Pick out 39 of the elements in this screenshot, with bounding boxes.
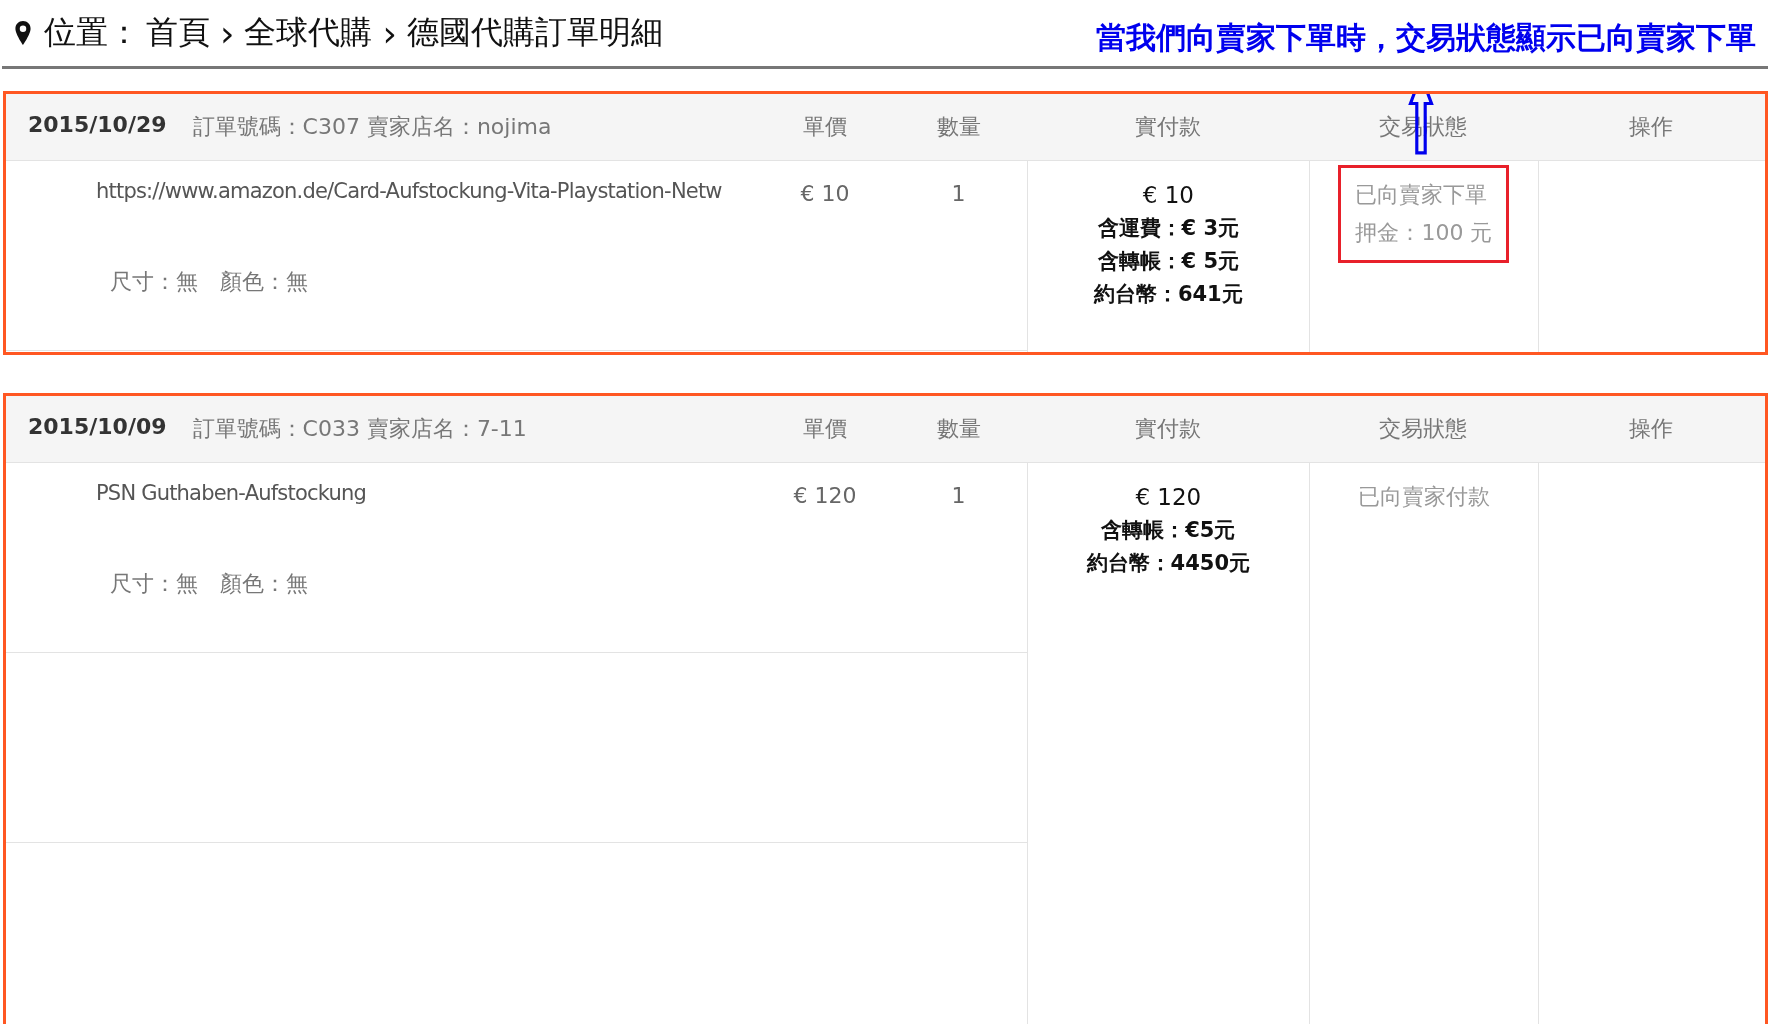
chevron-icon: ›: [378, 12, 401, 54]
paid-detail: 約台幣：641元: [1092, 281, 1244, 308]
paid-total: € 10: [1141, 181, 1195, 210]
column-header: 交易狀態: [1377, 415, 1468, 443]
column-header: 操作: [1627, 415, 1674, 443]
order-info: 訂單號碼：C033 賣家店名：7-11: [192, 415, 527, 443]
paid-detail: 含運費：€ 3元: [1096, 215, 1241, 242]
order-date: 2015/10/09: [28, 414, 167, 441]
column-header: 數量: [935, 113, 982, 141]
order-date: 2015/10/29: [28, 112, 167, 139]
status-text: 已向賣家付款: [1357, 483, 1490, 511]
column-header: 單價: [802, 415, 848, 443]
breadcrumb-item[interactable]: 首頁: [146, 11, 210, 55]
product-specs: 尺寸：無 顏色：無: [109, 268, 309, 296]
paid-detail: 含轉帳：€ 5元: [1096, 248, 1241, 275]
column-header: 單價: [802, 113, 848, 141]
column-header: 操作: [1627, 113, 1674, 141]
quantity: 1: [950, 482, 967, 510]
status-text: 押金：100 元: [1355, 219, 1493, 247]
location-pin-icon: [14, 20, 32, 46]
product-specs: 尺寸：無 顏色：無: [109, 570, 309, 598]
column-header: 數量: [935, 415, 982, 443]
annotation-text: 當我們向賣家下單時，交易狀態顯示已向賣家下單: [1096, 18, 1756, 57]
quantity: 1: [950, 180, 967, 208]
column-header: 實付款: [1133, 415, 1202, 443]
column-header: 實付款: [1133, 113, 1202, 141]
unit-price: € 10: [799, 180, 851, 208]
unit-price: € 120: [792, 482, 858, 510]
breadcrumb-label: 位置：: [44, 12, 140, 53]
paid-detail: 約台幣：4450元: [1085, 550, 1252, 577]
product-name[interactable]: https://www.amazon.de/Card-Aufstockung-Vita-Playstation-Netw: [96, 179, 724, 203]
breadcrumb-item[interactable]: 德國代購訂單明細: [406, 11, 663, 55]
paid-detail: 含轉帳：€5元: [1100, 517, 1237, 544]
product-name[interactable]: PSN Guthaben-Aufstockung: [96, 481, 368, 505]
paid-total: € 120: [1134, 483, 1203, 512]
status-text: 已向賣家下單: [1355, 181, 1489, 209]
breadcrumb-item[interactable]: 全球代購: [244, 11, 373, 55]
order-info: 訂單號碼：C307 賣家店名：nojima: [192, 113, 552, 141]
chevron-icon: ›: [216, 12, 239, 54]
